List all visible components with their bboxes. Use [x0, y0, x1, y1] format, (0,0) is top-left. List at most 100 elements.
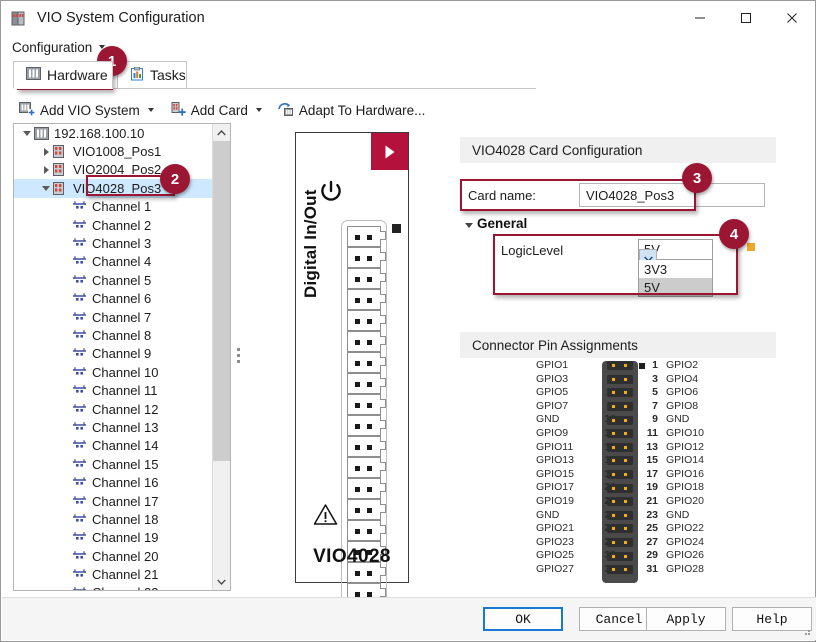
channel-icon [72, 403, 87, 416]
tree-node-192-168-100-10[interactable]: 192.168.100.10 [14, 124, 214, 142]
menu-item-configuration[interactable]: Configuration [12, 40, 106, 55]
pin-left-name: GPIO5 [536, 386, 569, 399]
tree-node-vio1008-pos1[interactable]: VIO1008_Pos1 [14, 142, 214, 160]
pin-row: GPIO273231GPIO28 [460, 563, 776, 577]
tree-node-label: Channel 11 [92, 383, 158, 399]
group-expander-icon[interactable] [465, 223, 473, 228]
tree-node-channel-13[interactable]: Channel 13 [14, 418, 214, 436]
adapt-to-hardware-label: Adapt To Hardware... [298, 102, 426, 118]
hardware-icon [26, 67, 41, 83]
pin-pair [607, 415, 633, 425]
tree-node-channel-8[interactable]: Channel 8 [14, 326, 214, 344]
tree-node-label: Channel 18 [92, 511, 159, 527]
tree-node-channel-17[interactable]: Channel 17 [14, 492, 214, 510]
tree-node-label: Channel 5 [92, 272, 152, 288]
pin-right-name: GPIO28 [666, 563, 704, 575]
resize-grip-icon[interactable] [800, 625, 812, 637]
channel-icon [72, 531, 87, 544]
vio-system-configuration-window: VIO System Configuration Configuration H… [0, 0, 816, 642]
card-name-input[interactable]: VIO4028_Pos3 [579, 183, 765, 207]
pin-left-name: GND [536, 413, 560, 426]
close-button[interactable] [769, 1, 815, 35]
maximize-button[interactable] [723, 1, 769, 35]
tree-node-channel-15[interactable]: Channel 15 [14, 455, 214, 473]
card-jack [347, 289, 386, 310]
tree-node-channel-2[interactable]: Channel 2 [14, 216, 214, 234]
add-vio-system-button[interactable]: Add VIO System [13, 100, 160, 121]
tree-node-channel-3[interactable]: Channel 3 [14, 234, 214, 252]
tree-node-channel-20[interactable]: Channel 20 [14, 547, 214, 565]
scroll-up-icon[interactable] [213, 124, 230, 141]
card-jack [347, 436, 386, 457]
tree-node-label: Channel 6 [92, 291, 152, 307]
channel-icon [72, 274, 87, 287]
tree-node-label: Channel 15 [92, 456, 159, 472]
pin-pair [607, 524, 633, 534]
tab-hardware[interactable]: Hardware [13, 61, 113, 89]
ok-button[interactable]: OK [483, 607, 563, 631]
power-icon [318, 179, 344, 205]
pin-pair [607, 429, 633, 439]
pin-row: GPIO172019GPIO18 [460, 481, 776, 495]
minimize-button[interactable] [677, 1, 723, 35]
channel-icon [72, 513, 87, 526]
tree-node-channel-11[interactable]: Channel 11 [14, 381, 214, 399]
tree-node-channel-9[interactable]: Channel 9 [14, 345, 214, 363]
collapse-triangle-icon[interactable] [20, 130, 34, 136]
scrollbar-thumb[interactable] [213, 141, 230, 461]
logic-level-option-3v3[interactable]: 3V3 [639, 260, 712, 278]
card-jack [347, 352, 386, 373]
tree-node-channel-4[interactable]: Channel 4 [14, 253, 214, 271]
apply-button[interactable]: Apply [646, 607, 726, 631]
tree-node-channel-12[interactable]: Channel 12 [14, 400, 214, 418]
dialog-footer: OK Cancel Apply Help [2, 597, 816, 640]
expand-triangle-icon[interactable] [39, 165, 53, 174]
card-model-label: VIO4028 [313, 546, 391, 567]
card-name-label: Card name: [468, 188, 536, 203]
add-card-button[interactable]: Add Card [164, 100, 268, 121]
logic-level-combo[interactable]: 5V [638, 239, 713, 268]
pin-left-name: GPIO1 [536, 359, 569, 371]
logic-level-modified-indicator [747, 243, 755, 251]
pin-row: GPIO131615GPIO14 [460, 454, 776, 468]
tree-node-label: Channel 1 [92, 199, 152, 215]
tree-node-channel-1[interactable]: Channel 1 [14, 198, 214, 216]
panel-splitter[interactable] [234, 341, 242, 369]
tree-node-channel-22[interactable]: Channel 22 [14, 584, 214, 590]
tree-node-label: Channel 21 [92, 567, 159, 583]
collapse-triangle-icon[interactable] [39, 185, 53, 191]
channel-icon [72, 568, 87, 581]
channel-icon [72, 421, 87, 434]
adapt-to-hardware-button[interactable]: Adapt To Hardware... [272, 100, 432, 121]
tree-node-channel-21[interactable]: Channel 21 [14, 565, 214, 583]
pin-right-number: 1 [652, 359, 658, 371]
pin-right-number: 27 [646, 535, 658, 548]
tab-tasks[interactable]: Tasks [117, 61, 187, 89]
chevron-down-icon [255, 108, 262, 112]
tree-node-channel-6[interactable]: Channel 6 [14, 290, 214, 308]
scroll-down-icon[interactable] [213, 573, 230, 590]
logic-level-dropdown-list[interactable]: 3V3 5V [638, 260, 713, 297]
logic-level-label: LogicLevel [501, 243, 564, 258]
tree-node-channel-19[interactable]: Channel 19 [14, 529, 214, 547]
tree-vertical-scrollbar[interactable] [212, 124, 230, 590]
pin-row: GND2423GND [460, 509, 776, 523]
tree-node-channel-10[interactable]: Channel 10 [14, 363, 214, 381]
channel-icon [72, 329, 87, 342]
tree-node-channel-5[interactable]: Channel 5 [14, 271, 214, 289]
hardware-tree[interactable]: 192.168.100.10 VIO1008_Pos1 VIO2004_Pos2 VI… [14, 124, 214, 590]
pin-left-name: GPIO21 [536, 522, 574, 535]
expand-triangle-icon[interactable] [39, 147, 53, 156]
card-tag [371, 133, 408, 170]
tree-node-label: Channel 20 [92, 548, 159, 564]
tree-node-label: Channel 13 [92, 419, 159, 435]
tree-node-channel-7[interactable]: Channel 7 [14, 308, 214, 326]
tree-node-channel-14[interactable]: Channel 14 [14, 437, 214, 455]
tree-node-label: Channel 2 [92, 217, 152, 233]
pin-pair [607, 361, 633, 371]
pin-right-name: GPIO8 [666, 399, 699, 412]
tree-node-label: Channel 17 [92, 493, 159, 509]
tree-node-channel-16[interactable]: Channel 16 [14, 473, 214, 491]
logic-level-option-5v[interactable]: 5V [639, 278, 712, 296]
tree-node-channel-18[interactable]: Channel 18 [14, 510, 214, 528]
